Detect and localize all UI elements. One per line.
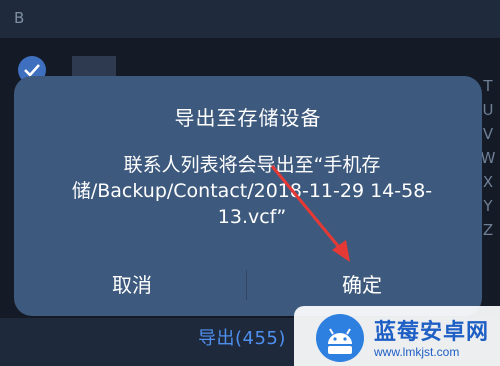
watermark-title: 蓝莓安卓网 [374, 320, 490, 345]
watermark: 蓝莓安卓网 www.lmkjst.com [294, 306, 500, 366]
android-robot-icon [316, 314, 364, 362]
watermark-url: www.lmkjst.com [374, 345, 460, 359]
